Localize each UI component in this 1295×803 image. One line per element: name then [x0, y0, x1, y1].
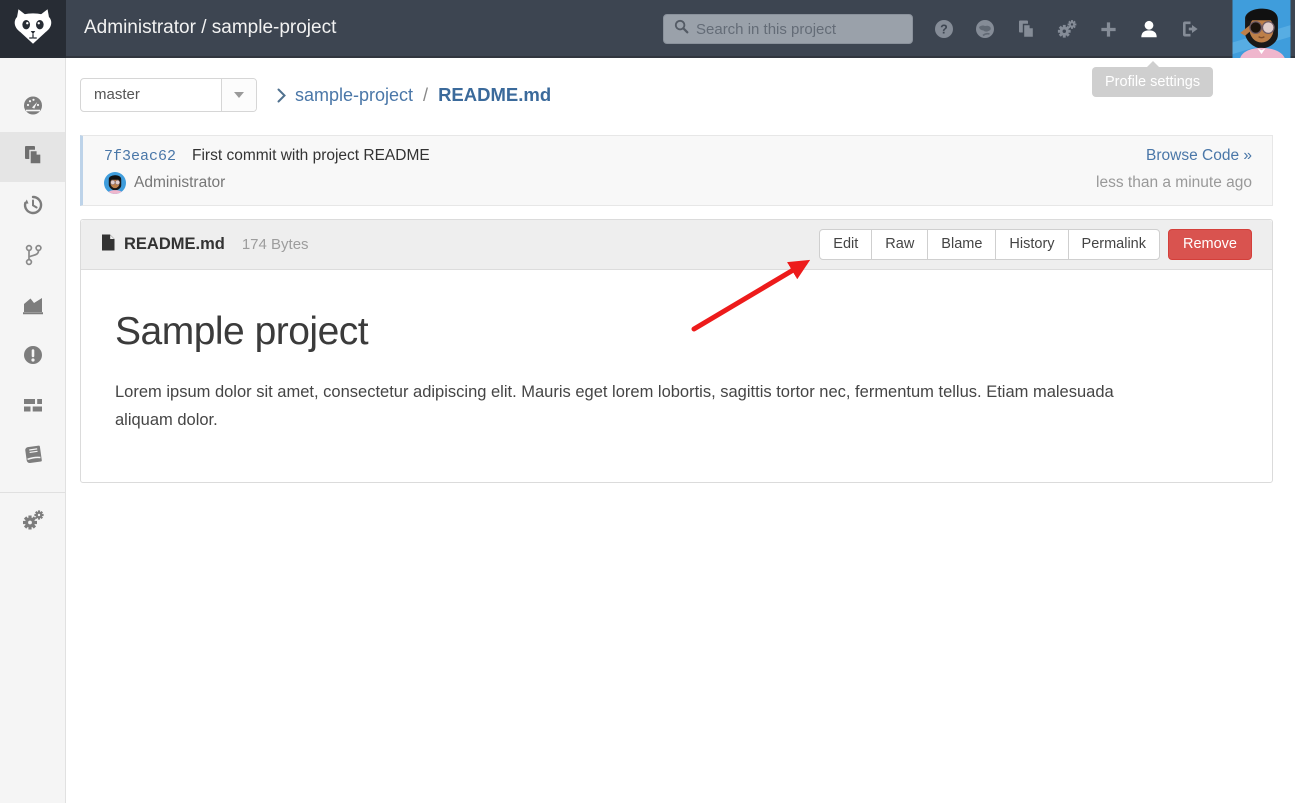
- commit-sha-link[interactable]: 7f3eac62: [104, 148, 176, 165]
- readme-paragraph: Lorem ipsum dolor sit amet, consectetur …: [115, 378, 1175, 434]
- topbar-icon-nav: ?: [934, 0, 1200, 58]
- sidebar-item-files[interactable]: [0, 132, 65, 182]
- globe-icon[interactable]: [975, 19, 995, 39]
- commit-author-name: Administrator: [134, 174, 225, 192]
- file-viewer: README.md 174 Bytes Edit Raw Blame Histo…: [80, 219, 1273, 483]
- file-name: README.md: [124, 235, 225, 254]
- commit-author-avatar: [104, 172, 126, 194]
- search-input[interactable]: [696, 21, 902, 38]
- breadcrumb-project-link[interactable]: sample-project: [295, 85, 413, 106]
- copy-files-icon[interactable]: [1016, 19, 1036, 39]
- sidebar-divider: [0, 492, 65, 493]
- top-navbar: Administrator / sample-project ?: [0, 0, 1295, 58]
- sidebar-item-issues[interactable]: [0, 332, 65, 382]
- branch-selector-caret[interactable]: [221, 79, 256, 111]
- user-avatar[interactable]: [1231, 0, 1292, 58]
- gears-icon[interactable]: [1057, 19, 1077, 39]
- remove-button[interactable]: Remove: [1168, 229, 1252, 260]
- chevron-right-icon: [277, 88, 286, 103]
- plus-icon[interactable]: [1098, 19, 1118, 39]
- commit-time-ago: less than a minute ago: [1096, 174, 1252, 192]
- sidebar-item-dashboard[interactable]: [0, 82, 65, 132]
- browse-code-link[interactable]: Browse Code »: [1146, 147, 1252, 165]
- caret-down-icon: [234, 92, 244, 98]
- sidebar: [0, 58, 66, 803]
- search-icon: [674, 19, 689, 39]
- breadcrumb-separator: /: [423, 85, 428, 106]
- commit-message: First commit with project README: [192, 147, 430, 165]
- graphs-icon: [21, 294, 45, 321]
- wiki-icon: [22, 444, 44, 471]
- file-actions: Edit Raw Blame History Permalink Remove: [819, 229, 1252, 260]
- sidebar-item-wiki[interactable]: [0, 432, 65, 482]
- history-button[interactable]: History: [995, 229, 1068, 260]
- sidebar-item-graphs[interactable]: [0, 282, 65, 332]
- commit-author: Administrator: [104, 172, 225, 194]
- home-logo-button[interactable]: [0, 0, 66, 58]
- help-icon[interactable]: ?: [934, 19, 954, 39]
- readme-heading: Sample project: [115, 310, 1238, 354]
- raw-button[interactable]: Raw: [871, 229, 928, 260]
- permalink-button[interactable]: Permalink: [1068, 229, 1160, 260]
- sidebar-item-commits[interactable]: [0, 182, 65, 232]
- git-branch-icon: [23, 244, 43, 271]
- svg-text:?: ?: [940, 23, 948, 37]
- user-icon[interactable]: [1139, 19, 1159, 39]
- breadcrumb-file: README.md: [438, 84, 551, 106]
- sign-out-icon[interactable]: [1180, 19, 1200, 39]
- sidebar-item-merge-requests[interactable]: [0, 382, 65, 432]
- issues-icon: [22, 344, 44, 371]
- breadcrumb: sample-project / README.md: [277, 84, 551, 106]
- history-icon: [22, 194, 44, 221]
- search-box[interactable]: [663, 14, 913, 44]
- blame-button[interactable]: Blame: [927, 229, 996, 260]
- last-commit-box: 7f3eac62 First commit with project READM…: [80, 135, 1273, 206]
- fox-logo-icon: [13, 8, 53, 50]
- main-content: master sample-project / README.md 7f3eac…: [66, 58, 1295, 803]
- file-icon: [101, 234, 115, 256]
- readme-content: Sample project Lorem ipsum dolor sit ame…: [81, 270, 1272, 482]
- file-size: 174 Bytes: [242, 236, 309, 253]
- files-icon: [22, 144, 44, 171]
- edit-button[interactable]: Edit: [819, 229, 872, 260]
- page-title: Administrator / sample-project: [84, 0, 336, 56]
- branch-selector[interactable]: master: [80, 78, 257, 112]
- profile-settings-tooltip: Profile settings: [1092, 67, 1213, 97]
- sidebar-item-settings[interactable]: [0, 497, 65, 547]
- branch-selector-value: master: [81, 79, 221, 111]
- merge-requests-icon: [22, 394, 44, 421]
- file-title-bar: README.md 174 Bytes Edit Raw Blame Histo…: [81, 220, 1272, 270]
- sidebar-item-network[interactable]: [0, 232, 65, 282]
- file-button-group: Edit Raw Blame History Permalink: [819, 229, 1160, 260]
- dashboard-icon: [22, 94, 44, 121]
- settings-gears-icon: [21, 508, 45, 537]
